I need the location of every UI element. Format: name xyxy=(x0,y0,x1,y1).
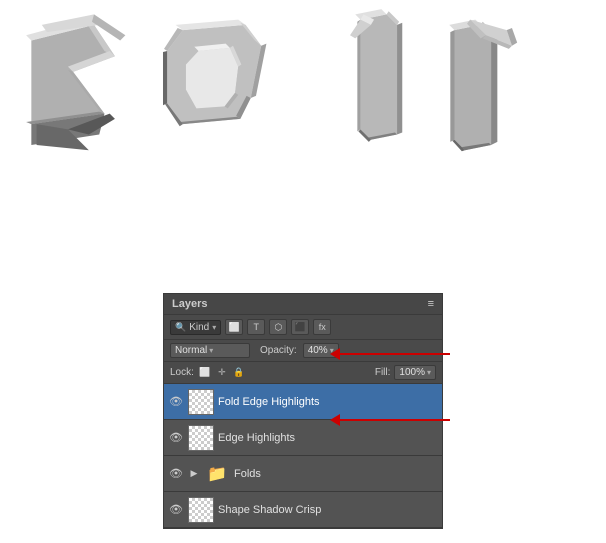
layer-name: Fold Edge Highlights xyxy=(218,396,438,408)
layer-visibility-eye[interactable]: 👁 xyxy=(168,394,184,410)
layer-visibility-eye[interactable]: 👁 xyxy=(168,502,184,518)
layer-row[interactable]: 👁 Fold Edge Highlights xyxy=(164,384,442,420)
lock-all-btn[interactable]: 🔒 xyxy=(232,366,246,380)
panel-title: Layers xyxy=(172,298,207,310)
filter-icon-path[interactable]: ⬡ xyxy=(269,319,287,335)
opacity-label: Opacity: xyxy=(260,345,297,356)
layer-thumbnail xyxy=(188,389,214,415)
opacity-arrow: ▾ xyxy=(330,346,334,355)
layer-row[interactable]: 👁 Edge Highlights xyxy=(164,420,442,456)
filter-kind-arrow: ▾ xyxy=(212,323,216,332)
layer-name: Edge Highlights xyxy=(218,432,438,444)
fill-value: 100% xyxy=(399,367,425,378)
lock-position-btn[interactable]: ✛ xyxy=(215,366,229,380)
lock-label: Lock: xyxy=(170,367,194,378)
layer-thumbnail xyxy=(188,425,214,451)
artwork-svg xyxy=(0,0,606,290)
filter-icon-effects[interactable]: fx xyxy=(313,319,331,335)
fill-label: Fill: xyxy=(375,367,391,378)
lock-fill-row: Lock: ⬜ ✛ 🔒 Fill: 100% ▾ xyxy=(164,362,442,384)
search-icon: 🔍 xyxy=(175,322,186,333)
blend-mode-select[interactable]: Normal ▾ xyxy=(170,343,250,358)
fill-arrow: ▾ xyxy=(427,368,431,377)
filter-search-box[interactable]: 🔍 Kind ▾ xyxy=(170,320,221,335)
digit-0 xyxy=(163,20,266,127)
fill-value-box[interactable]: 100% ▾ xyxy=(394,365,436,380)
panel-menu-icon[interactable]: ≡ xyxy=(428,298,434,310)
lock-icons: ⬜ ✛ 🔒 xyxy=(198,366,371,380)
layer-thumbnail xyxy=(188,497,214,523)
opacity-value: 40% xyxy=(308,345,328,356)
layer-row[interactable]: 👁 Shape Shadow Crisp xyxy=(164,492,442,528)
folder-icon: 📁 xyxy=(204,461,230,487)
layer-visibility-eye[interactable]: 👁 xyxy=(168,466,184,482)
filter-icon-smart[interactable]: ⬛ xyxy=(291,319,309,335)
lock-pixels-btn[interactable]: ⬜ xyxy=(198,366,212,380)
filter-kind-label: Kind xyxy=(189,322,209,333)
layers-panel: Layers ≡ 🔍 Kind ▾ ⬜ T ⬡ ⬛ fx Normal ▾ Op… xyxy=(163,293,443,529)
filter-icon-pixel[interactable]: ⬜ xyxy=(225,319,243,335)
blend-mode-label: Normal xyxy=(175,345,207,356)
layer-name: Folds xyxy=(234,468,438,480)
layer-visibility-eye[interactable]: 👁 xyxy=(168,430,184,446)
digit-1-first xyxy=(350,9,402,142)
layers-title-bar: Layers ≡ xyxy=(164,294,442,315)
filter-icon-text[interactable]: T xyxy=(247,319,265,335)
artwork-area xyxy=(0,0,606,290)
layer-name: Shape Shadow Crisp xyxy=(218,504,438,516)
blend-opacity-row: Normal ▾ Opacity: 40% ▾ xyxy=(164,340,442,362)
filter-row: 🔍 Kind ▾ ⬜ T ⬡ ⬛ fx xyxy=(164,315,442,340)
blend-mode-arrow: ▾ xyxy=(209,346,213,355)
layer-expand-arrow[interactable]: ▶ xyxy=(188,468,200,480)
filter-icons: ⬜ T ⬡ ⬛ fx xyxy=(225,319,436,335)
digit-1-second xyxy=(449,20,517,152)
layer-row[interactable]: 👁 ▶ 📁 Folds xyxy=(164,456,442,492)
opacity-value-box[interactable]: 40% ▾ xyxy=(303,343,339,358)
